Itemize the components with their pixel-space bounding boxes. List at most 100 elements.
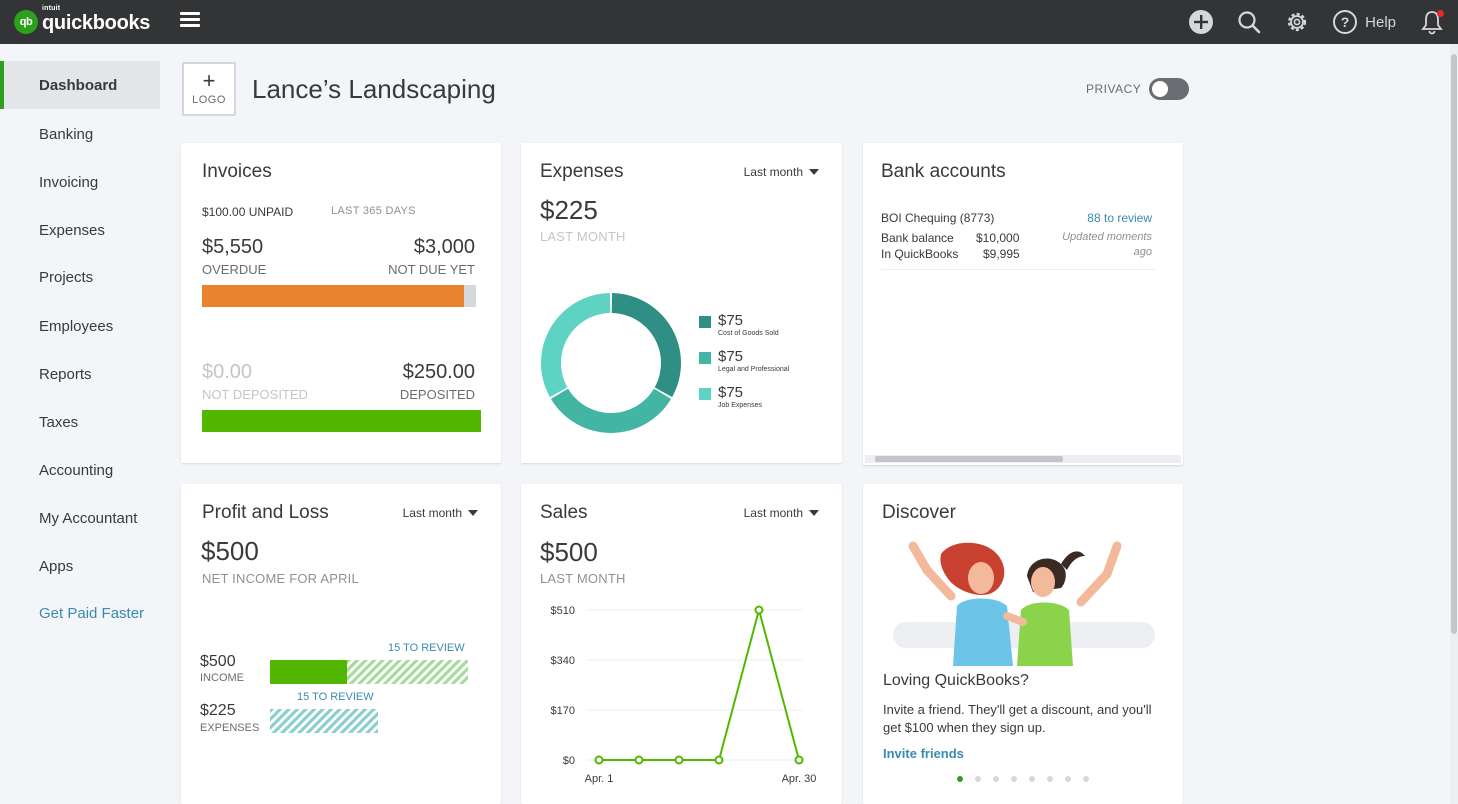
not-due-value[interactable]: $3,000 xyxy=(414,236,475,259)
sidebar-item-my-accountant[interactable]: My Accountant xyxy=(0,494,160,542)
company-name: Lance’s Landscaping xyxy=(252,74,496,104)
income-review-link[interactable]: 15 TO REVIEW xyxy=(388,642,465,654)
discover-title[interactable]: Discover xyxy=(882,502,956,524)
bank-account-name[interactable]: BOI Chequing (8773) xyxy=(881,211,994,225)
legend-item-legal[interactable]: $75 Legal and Professional xyxy=(699,349,789,374)
horizontal-scrollbar[interactable] xyxy=(865,455,1181,463)
invoices-range: LAST 365 DAYS xyxy=(331,205,416,217)
privacy-toggle[interactable] xyxy=(1149,78,1190,100)
overdue-value[interactable]: $5,550 xyxy=(202,236,263,259)
income-value: $500 xyxy=(200,653,236,670)
x-tick-label: Apr. 1 xyxy=(585,773,614,785)
carousel-dot[interactable] xyxy=(1083,776,1089,782)
legend-value: $75 xyxy=(718,348,744,365)
profit-loss-period-label: Last month xyxy=(402,506,462,520)
bank-accounts-title[interactable]: Bank accounts xyxy=(881,161,1006,183)
not-deposited-label: NOT DEPOSITED xyxy=(202,387,308,402)
quickbooks-logo[interactable]: qb intuit quickbooks xyxy=(14,5,151,35)
sidebar-item-banking[interactable]: Banking xyxy=(0,110,160,158)
page-scrollbar[interactable] xyxy=(1450,44,1458,804)
sales-point[interactable] xyxy=(594,755,604,765)
carousel-dot[interactable] xyxy=(1011,776,1017,782)
invite-friends-link[interactable]: Invite friends xyxy=(883,746,964,761)
expenses-review-bar[interactable] xyxy=(270,709,378,733)
sales-point[interactable] xyxy=(714,755,724,765)
sidebar-item-taxes[interactable]: Taxes xyxy=(0,398,160,446)
carousel-dot[interactable] xyxy=(1065,776,1071,782)
sidebar-item-dashboard[interactable]: Dashboard xyxy=(0,61,160,109)
expenses-title[interactable]: Expenses xyxy=(540,161,623,183)
sales-point[interactable] xyxy=(794,755,804,765)
not-deposited-value[interactable]: $0.00 xyxy=(202,361,252,384)
donut-slice[interactable] xyxy=(550,388,672,433)
bell-icon[interactable] xyxy=(1416,6,1448,38)
overdue-bar[interactable] xyxy=(202,285,464,307)
sidebar-item-projects[interactable]: Projects xyxy=(0,253,160,301)
bank-updated-note: Updated moments ago xyxy=(1062,231,1152,258)
sales-point[interactable] xyxy=(754,605,764,615)
legend-name: Legal and Professional xyxy=(718,366,790,373)
help-icon[interactable]: ? xyxy=(1329,6,1361,38)
help-label[interactable]: Help xyxy=(1365,14,1396,31)
menu-icon[interactable] xyxy=(180,12,200,28)
sales-total-label: LAST MONTH xyxy=(540,571,626,586)
in-quickbooks-value: $9,995 xyxy=(983,247,1020,261)
legend-item-job[interactable]: $75 Job Expenses xyxy=(699,385,762,410)
carousel-dot[interactable] xyxy=(1029,776,1035,782)
divider xyxy=(881,269,1155,270)
income-bar[interactable] xyxy=(270,660,347,684)
sidebar-item-expenses[interactable]: Expenses xyxy=(0,206,160,254)
not-due-label: NOT DUE YET xyxy=(388,262,475,277)
carousel-dot[interactable] xyxy=(993,776,999,782)
search-icon[interactable] xyxy=(1233,6,1265,38)
expenses-review-link[interactable]: 15 TO REVIEW xyxy=(297,691,374,703)
income-review-bar[interactable] xyxy=(347,660,468,684)
bank-balance-value: $10,000 xyxy=(976,231,1020,245)
deposited-bar[interactable] xyxy=(202,410,481,432)
y-tick-label: $170 xyxy=(551,705,575,717)
sales-point[interactable] xyxy=(674,755,684,765)
invoices-title[interactable]: Invoices xyxy=(202,161,272,183)
scrollbar-thumb[interactable] xyxy=(875,456,1063,462)
sales-point[interactable] xyxy=(634,755,644,765)
discover-headline: Loving QuickBooks? xyxy=(883,672,1029,689)
page-scrollbar-thumb[interactable] xyxy=(1451,54,1457,634)
pl-expenses-label: EXPENSES xyxy=(200,722,260,734)
gear-icon[interactable] xyxy=(1281,6,1313,38)
sidebar-item-invoicing[interactable]: Invoicing xyxy=(0,158,160,206)
friends-celebrating-illustration xyxy=(893,541,1155,666)
sidebar-item-accounting[interactable]: Accounting xyxy=(0,446,160,494)
sidebar-item-employees[interactable]: Employees xyxy=(0,302,160,350)
legend-swatch xyxy=(699,316,711,328)
chevron-down-icon xyxy=(468,510,478,516)
carousel-dot[interactable] xyxy=(957,776,963,782)
not-due-bar[interactable] xyxy=(464,285,476,307)
sales-title[interactable]: Sales xyxy=(540,502,588,524)
bank-balance-label: Bank balance xyxy=(881,231,954,245)
expenses-period-label: Last month xyxy=(743,165,803,179)
profit-loss-title[interactable]: Profit and Loss xyxy=(202,502,329,524)
sidebar-item-get-paid-faster[interactable]: Get Paid Faster xyxy=(0,589,160,637)
create-plus-icon[interactable] xyxy=(1185,6,1217,38)
sidebar-item-apps[interactable]: Apps xyxy=(0,542,160,590)
profit-loss-period-dropdown[interactable]: Last month xyxy=(403,506,478,520)
sales-total: $500 xyxy=(540,537,598,567)
expenses-period-dropdown[interactable]: Last month xyxy=(744,165,819,179)
carousel-dot[interactable] xyxy=(1047,776,1053,782)
pl-expenses-value: $225 xyxy=(200,702,236,719)
add-logo-button[interactable]: + LOGO xyxy=(182,62,236,116)
sales-line-chart[interactable]: $510 $340 $170 $0 Apr. 1 Apr. 30 xyxy=(521,594,842,794)
sidebar-item-reports[interactable]: Reports xyxy=(0,350,160,398)
deposited-value[interactable]: $250.00 xyxy=(403,361,475,384)
y-tick-label: $510 xyxy=(551,605,575,617)
carousel-dot[interactable] xyxy=(975,776,981,782)
donut-slice[interactable] xyxy=(541,293,611,398)
legend-item-cogs[interactable]: $75 Cost of Goods Sold xyxy=(699,313,779,338)
bank-review-link[interactable]: 88 to review xyxy=(1087,211,1152,225)
brand-name: quickbooks xyxy=(42,12,151,34)
expenses-donut-chart[interactable] xyxy=(539,291,683,435)
donut-slice[interactable] xyxy=(611,293,681,398)
plus-icon: + xyxy=(202,68,216,93)
legend-swatch xyxy=(699,388,711,400)
sales-period-dropdown[interactable]: Last month xyxy=(744,506,819,520)
